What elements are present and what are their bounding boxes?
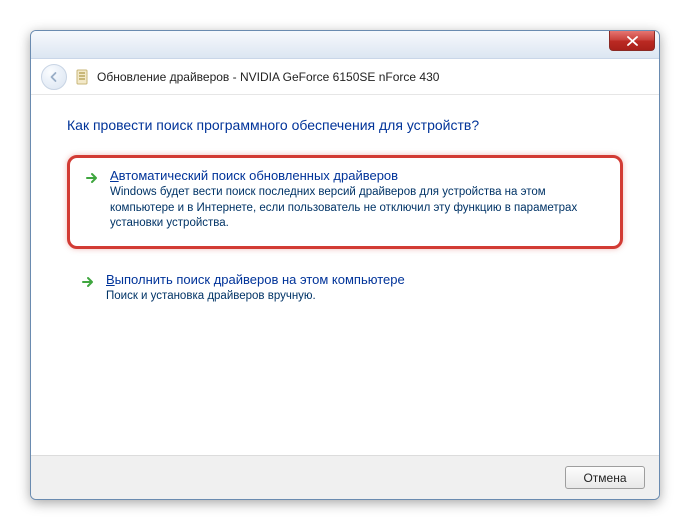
header-row: Обновление драйверов - NVIDIA GeForce 61… (31, 59, 659, 95)
titlebar (31, 31, 659, 59)
arrow-left-icon (48, 71, 60, 83)
close-icon (627, 36, 638, 46)
window-title: Обновление драйверов - NVIDIA GeForce 61… (97, 70, 439, 84)
close-button[interactable] (609, 31, 655, 51)
option-description: Поиск и установка драйверов вручную. (106, 289, 610, 305)
footer: Отмена (31, 455, 659, 499)
cancel-button[interactable]: Отмена (565, 466, 645, 489)
arrow-right-icon (80, 274, 96, 290)
content-area: Как провести поиск программного обеспече… (31, 95, 659, 339)
option-auto-search[interactable]: Автоматический поиск обновленных драйвер… (67, 155, 623, 249)
back-button[interactable] (41, 64, 67, 90)
option-manual-search[interactable]: Выполнить поиск драйверов на этом компью… (67, 261, 623, 318)
device-icon (75, 69, 89, 85)
arrow-right-icon (84, 170, 100, 186)
page-heading: Как провести поиск программного обеспече… (67, 117, 623, 133)
option-title: Выполнить поиск драйверов на этом компью… (106, 272, 610, 287)
driver-update-window: Обновление драйверов - NVIDIA GeForce 61… (30, 30, 660, 500)
option-title: Автоматический поиск обновленных драйвер… (110, 168, 606, 183)
option-description: Windows будет вести поиск последних верс… (110, 185, 606, 232)
